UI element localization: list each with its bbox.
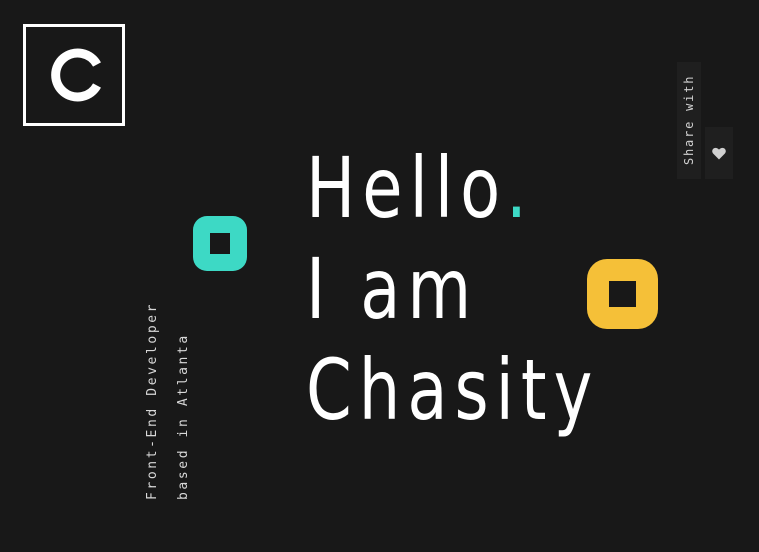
tagline-location: based in Atlanta xyxy=(176,333,191,500)
hero-line-i-am: I am xyxy=(306,240,479,338)
tagline: Front-End Developer based in Atlanta xyxy=(137,302,199,500)
hero-accent-dot: . xyxy=(506,139,534,237)
c-logo-icon xyxy=(51,48,101,102)
logo[interactable] xyxy=(23,24,125,126)
hero-heading: Hello. I am Chasity xyxy=(306,138,599,441)
hero-line-name: Chasity xyxy=(306,341,600,439)
share-label: Share with xyxy=(682,74,696,165)
heart-icon xyxy=(712,147,726,159)
share-heart-button[interactable] xyxy=(705,127,733,179)
tagline-role: Front-End Developer xyxy=(145,301,160,500)
hero-line-hello: Hello. xyxy=(306,138,599,239)
hero-hello-text: Hello xyxy=(306,139,507,237)
teal-ring-decoration xyxy=(193,216,247,271)
